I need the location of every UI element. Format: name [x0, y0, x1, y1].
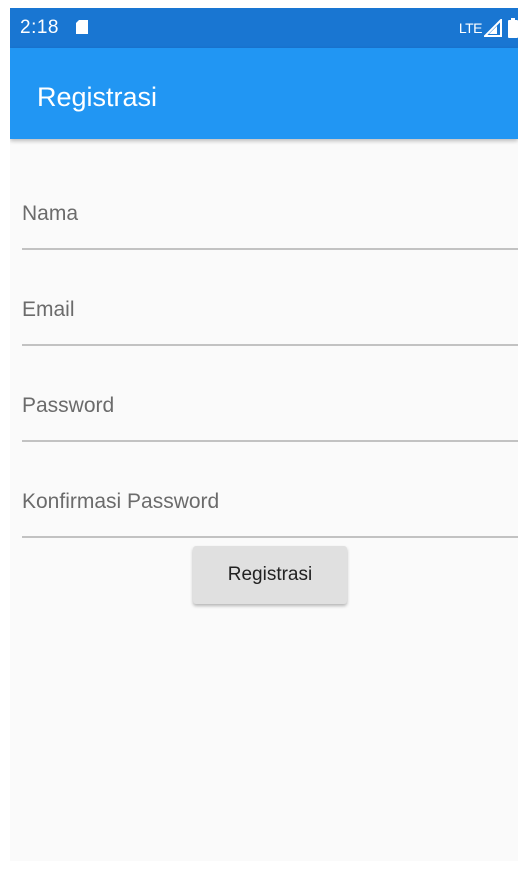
status-right-group: LTE — [459, 16, 518, 40]
confirm-password-input[interactable] — [22, 476, 518, 538]
email-field[interactable]: Email — [22, 284, 518, 346]
app-bar: Registrasi — [10, 48, 518, 139]
sd-card-icon — [74, 19, 90, 35]
signal-icon — [482, 17, 502, 37]
register-button[interactable]: Registrasi — [193, 546, 347, 604]
status-time: 2:18 — [20, 17, 59, 38]
app-screen: 2:18 LTE Registrasi Nama Email Password … — [10, 8, 518, 861]
page-title: Registrasi — [37, 82, 158, 112]
status-bar: 2:18 LTE — [10, 8, 518, 48]
password-input[interactable] — [22, 380, 518, 442]
confirm-password-field[interactable]: Konfirmasi Password — [22, 476, 518, 538]
email-input[interactable] — [22, 284, 518, 346]
battery-icon — [508, 18, 518, 38]
password-field[interactable]: Password — [22, 380, 518, 442]
nama-field[interactable]: Nama — [22, 188, 518, 250]
network-type: LTE — [458, 20, 483, 36]
nama-input[interactable] — [22, 188, 518, 250]
